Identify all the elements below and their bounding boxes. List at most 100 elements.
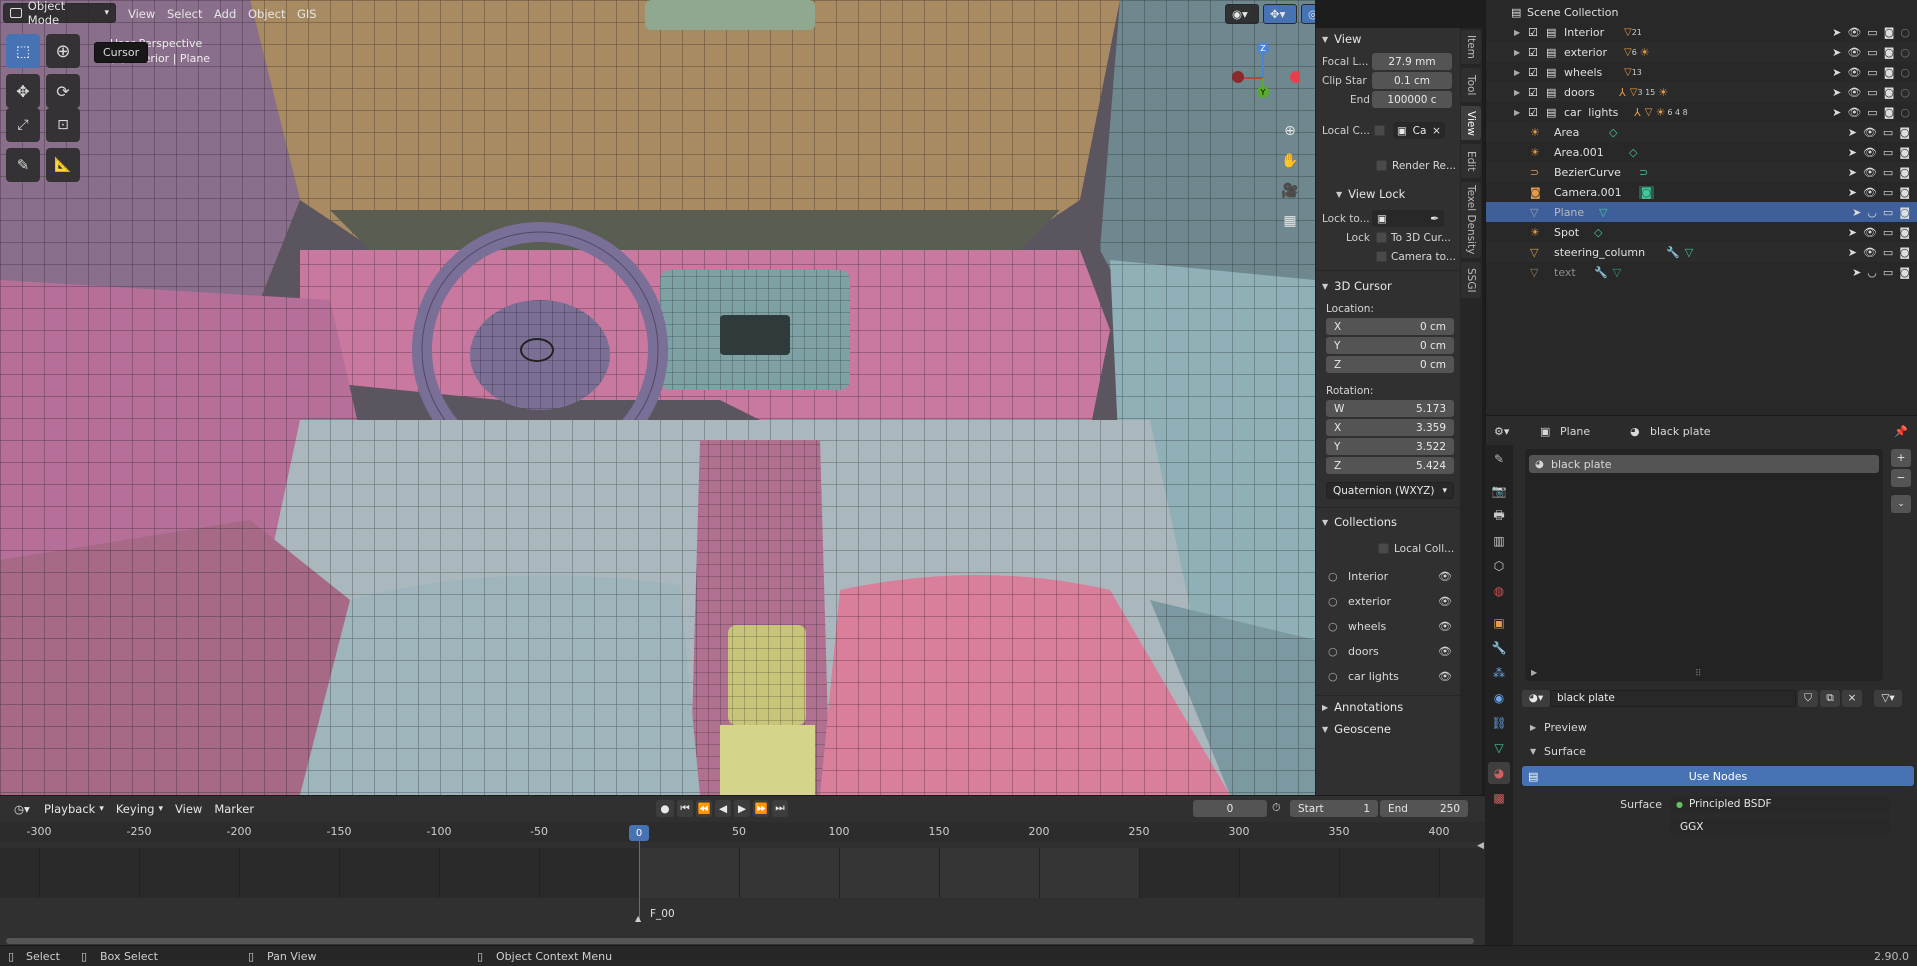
monitor-icon[interactable]: ▭ [1883,126,1893,139]
eye-closed-icon[interactable]: ◡ [1867,206,1877,219]
transform-tool[interactable]: ⊡ [46,108,80,142]
timeline-menu-keying[interactable]: Keying ▾ [110,799,169,819]
clip-start-field[interactable]: 0.1 cm [1372,72,1452,89]
monitor-icon[interactable]: ▭ [1883,206,1893,219]
timeline-menu-playback[interactable]: Playback ▾ [38,799,110,819]
add-slot-button[interactable]: + [1891,449,1911,467]
select-arrow-icon[interactable]: ➤ [1848,166,1857,179]
monitor-icon[interactable]: ▭ [1867,66,1877,79]
hand-pan-icon[interactable]: ✋ [1277,148,1303,174]
eye-icon[interactable]: 👁 [1438,670,1452,683]
lock-to-cursor-checkbox[interactable] [1376,232,1387,243]
rotation-mode-dropdown[interactable]: Quaternion (WXYZ) ▾ [1326,482,1454,499]
holdout-icon[interactable]: ○ [1900,66,1910,79]
camera-icon[interactable]: ◙ [1884,106,1895,119]
expand-arrow-icon[interactable]: ▶ [1531,668,1537,677]
remove-slot-button[interactable]: − [1891,469,1911,487]
outliner-row-camera-001[interactable]: ◙ Camera.001 ◙ ➤ 👁 ▭ ◙ [1486,182,1917,202]
jump-start-icon[interactable]: ⏮ [677,800,693,817]
tool-tab-icon[interactable]: ✎ [1488,448,1510,470]
cursor-location-y[interactable]: Y 0 cm [1326,337,1454,354]
outliner-row-area[interactable]: ☀ Area ◇ ➤ 👁 ▭ ◙ [1486,122,1917,142]
scale-tool[interactable]: ⤢ [6,108,40,142]
panel-geoscene-header[interactable]: ▼ Geoscene [1316,718,1460,740]
timeline-menu-marker[interactable]: Marker [208,799,260,819]
panel-view-header[interactable]: ▼ View [1316,28,1460,50]
outliner-row-car-lights[interactable]: ▶ ☑ ▤ car lights ⅄ ▽ ☀ 6 4 8 ➤ 👁 ▭ ◙ ○ [1486,102,1917,122]
cursor-rotation-y[interactable]: Y 3.522 [1326,438,1454,455]
select-arrow-icon[interactable]: ➤ [1832,66,1841,79]
monitor-icon[interactable]: ▭ [1883,186,1893,199]
local-collections-checkbox[interactable] [1378,543,1389,554]
editor-type-icon[interactable]: ◷▾ [8,799,38,819]
select-arrow-icon[interactable]: ➤ [1848,126,1857,139]
local-camera-field[interactable]: ▣ Ca × [1393,122,1445,139]
checkbox-icon[interactable]: ☑ [1528,66,1546,79]
tab-edit[interactable]: Edit [1461,144,1481,178]
checkbox-icon[interactable]: ☑ [1528,106,1546,119]
timeline-scrollbar[interactable] [6,938,1474,944]
select-arrow-icon[interactable]: ➤ [1832,26,1841,39]
expand-arrow-icon[interactable]: ▶ [1514,48,1528,57]
checkbox-icon[interactable]: ☑ [1528,26,1546,39]
monitor-icon[interactable]: ▭ [1883,226,1893,239]
distribution-dropdown[interactable]: GGX [1670,819,1890,835]
holdout-icon[interactable]: ○ [1900,26,1910,39]
marker-triangle-icon[interactable]: ▲ [635,914,641,923]
outliner-row-exterior[interactable]: ▶ ☑ ▤ exterior ▽ 6 ☀ ➤ 👁 ▭ ◙ ○ [1486,42,1917,62]
eye-icon[interactable]: 👁 [1863,226,1877,239]
outliner-row-beziercurve[interactable]: ⊃ BezierCurve ⊃ ➤ 👁 ▭ ◙ [1486,162,1917,182]
select-arrow-icon[interactable]: ➤ [1832,86,1841,99]
move-tool[interactable]: ✥ [6,74,40,108]
select-arrow-icon[interactable]: ➤ [1852,266,1861,279]
tab-texel-density[interactable]: Texel Density [1461,182,1481,258]
select-arrow-icon[interactable]: ➤ [1832,106,1841,119]
slot-menu-button[interactable]: ⌄ [1891,495,1911,513]
end-frame-field[interactable]: End 250 [1380,800,1468,817]
expand-arrow-icon[interactable]: ▶ [1514,88,1528,97]
gizmo-toggle-icon[interactable]: ✥▾ [1263,4,1297,24]
material-slot-list[interactable]: ◕ black plate ▶ ⠿ [1525,449,1883,681]
view-layer-tab-icon[interactable]: ▥ [1488,530,1510,552]
eye-icon[interactable]: 👁 [1863,146,1877,159]
render-region-checkbox[interactable] [1376,160,1387,171]
eye-icon[interactable]: 👁 [1863,186,1877,199]
camera-icon[interactable]: ◙ [1899,166,1910,179]
outliner-row-interior[interactable]: ▶ ☑ ▤ Interior ▽ 21 ➤ 👁 ▭ ◙ ○ [1486,22,1917,42]
playhead-frame-badge[interactable]: 0 [629,825,649,841]
camera-icon[interactable]: ◙ [1884,26,1895,39]
camera-view-icon[interactable]: 🎥 [1277,178,1303,204]
texture-tab-icon[interactable]: ▩ [1488,787,1510,809]
outliner-row-plane[interactable]: ▽ Plane ▽ ➤ ◡ ▭ ◙ [1486,202,1917,222]
collapse-arrow-icon[interactable]: ◀ [1477,841,1484,851]
context-material-name[interactable]: black plate [1650,425,1711,438]
menu-view[interactable]: View [122,4,161,24]
prev-keyframe-icon[interactable]: ⏪ [696,800,712,817]
play-reverse-icon[interactable]: ◀ [715,800,731,817]
3d-viewport[interactable]: Object Mode ▾ View Select Add Object GIS… [0,0,1315,795]
camera-icon[interactable]: ◙ [1899,186,1910,199]
start-frame-field[interactable]: Start 1 [1290,800,1378,817]
eye-icon[interactable]: 👁 [1438,570,1452,583]
menu-select[interactable]: Select [161,4,208,24]
monitor-icon[interactable]: ▭ [1867,26,1877,39]
camera-icon[interactable]: ◙ [1899,266,1910,279]
monitor-icon[interactable]: ▭ [1883,246,1893,259]
material-tab-icon[interactable]: ◕ [1488,762,1510,784]
select-box-tool[interactable]: ⬚ [6,34,40,68]
zoom-icon[interactable]: ⊕ [1277,118,1303,144]
material-slot-row[interactable]: ◕ black plate [1529,455,1879,473]
fake-user-shield-icon[interactable]: ⛉ [1798,689,1818,707]
eye-icon[interactable]: 👁 [1438,645,1452,658]
modifier-tab-icon[interactable]: 🔧 [1488,637,1510,659]
visibility-icon[interactable]: ◉▾ [1225,4,1259,24]
timeline-menu-view[interactable]: View [169,799,208,819]
monitor-icon[interactable]: ▭ [1867,46,1877,59]
camera-icon[interactable]: ◙ [1899,206,1910,219]
object-tab-icon[interactable]: ▣ [1488,612,1510,634]
collection-row[interactable]: ○ wheels 👁 [1316,614,1460,639]
eye-icon[interactable]: 👁 [1863,126,1877,139]
measure-tool[interactable]: 📐 [46,148,80,182]
camera-icon[interactable]: ◙ [1884,66,1895,79]
stopwatch-icon[interactable]: ⏱ [1272,801,1281,815]
